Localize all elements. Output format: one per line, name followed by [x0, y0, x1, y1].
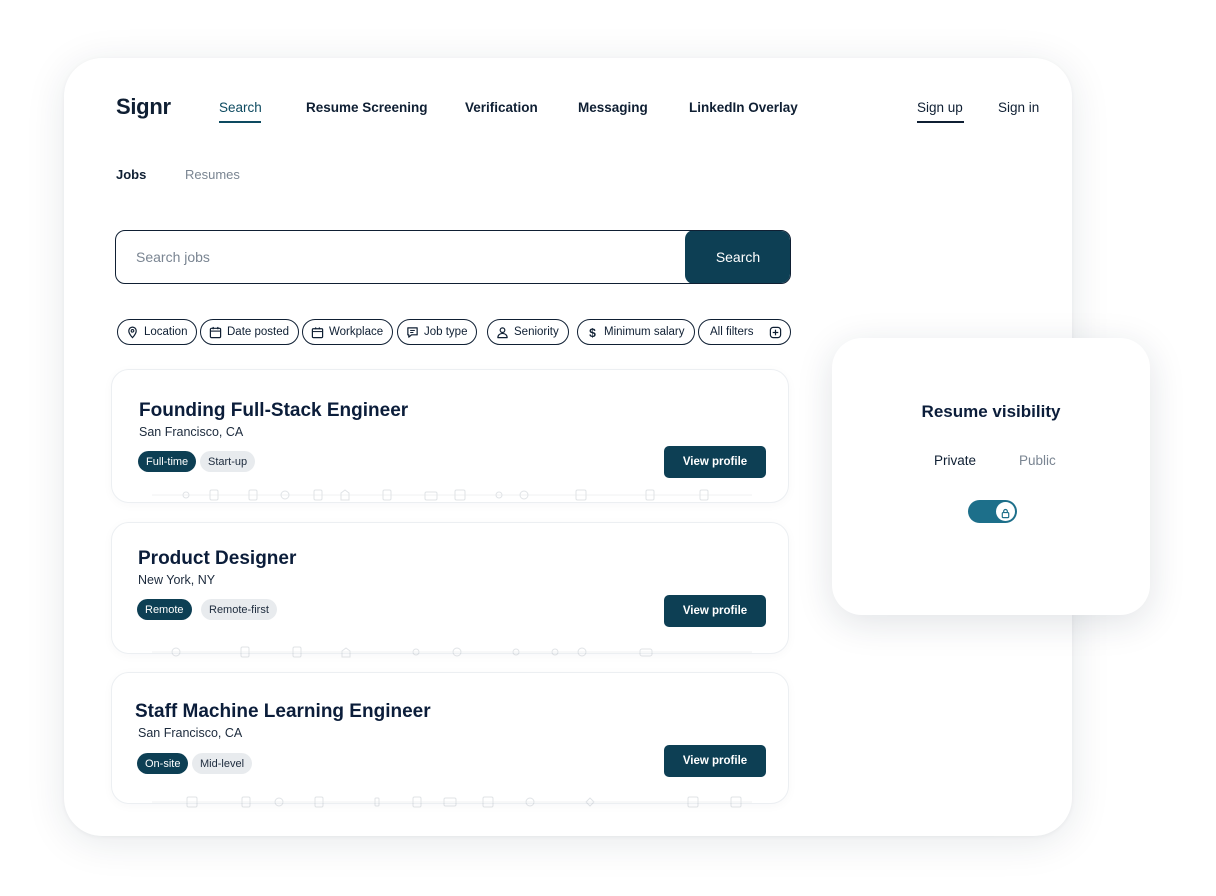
filter-all[interactable]: All filters: [698, 319, 791, 345]
sign-up-underline: [917, 121, 964, 123]
filter-job-type[interactable]: Job type: [397, 319, 478, 345]
view-profile-button[interactable]: View profile: [664, 595, 766, 627]
toggle-knob: [996, 502, 1015, 521]
view-profile-button[interactable]: View profile: [664, 446, 766, 478]
sign-in-link[interactable]: Sign in: [998, 100, 1039, 115]
filter-job-type-label: Job type: [424, 326, 468, 338]
job-tag: Remote-first: [201, 599, 277, 620]
chat-list-icon: [406, 326, 419, 339]
filter-workplace[interactable]: Workplace: [302, 319, 394, 345]
filter-date-posted[interactable]: Date posted: [200, 319, 300, 345]
nav-linkedin-overlay[interactable]: LinkedIn Overlay: [689, 100, 798, 115]
job-tag: Full-time: [138, 451, 197, 472]
nav-search[interactable]: Search: [219, 100, 262, 115]
filter-location[interactable]: Location: [117, 319, 198, 345]
nav-verification[interactable]: Verification: [465, 100, 538, 115]
filter-seniority-label: Seniority: [514, 326, 559, 338]
resume-visibility-title: Resume visibility: [921, 402, 1061, 421]
filter-all-label: All filters: [710, 326, 754, 338]
filter-date-posted-label: Date posted: [227, 326, 290, 338]
search-input[interactable]: [136, 231, 676, 282]
tab-resumes[interactable]: Resumes: [185, 167, 240, 182]
resume-visibility-card: Resume visibility Private Public: [832, 338, 1150, 615]
dollar-icon: $: [586, 326, 599, 339]
job-card[interactable]: Staff Machine Learning Engineer San Fran…: [111, 672, 789, 808]
visibility-option-public[interactable]: Public: [1019, 453, 1056, 468]
visibility-option-private[interactable]: Private: [934, 453, 976, 468]
sign-up-link[interactable]: Sign up: [917, 100, 963, 115]
filter-seniority[interactable]: Seniority: [487, 319, 569, 345]
visibility-toggle[interactable]: [968, 500, 1017, 523]
search-button[interactable]: Search: [685, 231, 790, 283]
nav-search-underline: [219, 121, 261, 123]
view-profile-button[interactable]: View profile: [664, 745, 766, 777]
filter-workplace-label: Workplace: [329, 326, 384, 338]
job-tag: Remote: [137, 599, 192, 620]
filter-location-label: Location: [144, 326, 188, 338]
brand-logo[interactable]: Signr: [116, 94, 171, 120]
filter-minimum-salary-label: Minimum salary: [604, 326, 685, 338]
lock-icon: [1000, 506, 1011, 519]
job-location: San Francisco, CA: [139, 425, 244, 439]
job-location: New York, NY: [138, 573, 216, 587]
decorative-icon-row: [152, 796, 752, 808]
filter-minimum-salary[interactable]: $ Minimum salary: [577, 319, 695, 345]
job-location: San Francisco, CA: [138, 726, 243, 740]
decorative-icon-row: [152, 646, 752, 658]
svg-text:$: $: [589, 326, 596, 339]
nav-messaging[interactable]: Messaging: [578, 100, 648, 115]
job-card[interactable]: Product Designer New York, NY Remote Rem…: [111, 522, 789, 658]
filter-plus-icon: [769, 326, 782, 339]
calendar-icon: [209, 326, 222, 339]
job-title[interactable]: Staff Machine Learning Engineer: [135, 701, 431, 723]
job-card[interactable]: Founding Full-Stack Engineer San Francis…: [111, 369, 789, 503]
job-title[interactable]: Product Designer: [138, 548, 296, 570]
building-icon: [311, 326, 324, 339]
job-title[interactable]: Founding Full-Stack Engineer: [139, 400, 408, 422]
job-tag: On-site: [137, 753, 189, 774]
nav-resume-screening[interactable]: Resume Screening: [306, 100, 428, 115]
job-tag: Start-up: [200, 451, 256, 472]
location-pin-icon: [126, 326, 139, 339]
job-tag: Mid-level: [192, 753, 253, 774]
person-icon: [496, 326, 509, 339]
search-bar: Search: [115, 230, 791, 284]
decorative-icon-row: [152, 489, 752, 501]
tab-jobs[interactable]: Jobs: [116, 167, 146, 182]
